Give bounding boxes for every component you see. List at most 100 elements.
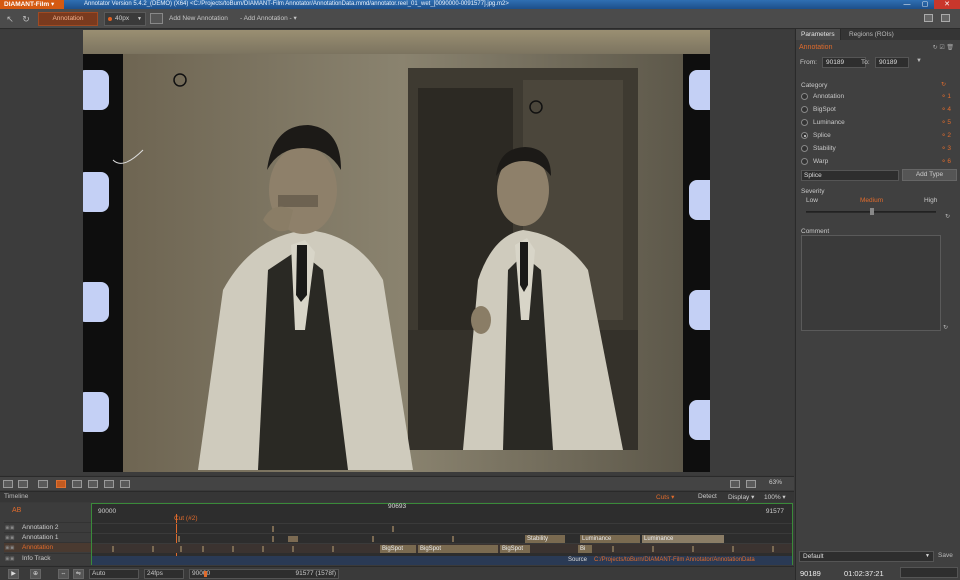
segment-marker[interactable] xyxy=(732,546,734,552)
step-icon[interactable]: ⇋ xyxy=(73,569,84,579)
segment-marker[interactable] xyxy=(652,546,654,552)
zoom-level[interactable]: 63% xyxy=(769,479,782,486)
comment-textarea[interactable] xyxy=(801,235,941,331)
category-annotation[interactable]: Annotation 1 xyxy=(801,91,951,102)
display-dropdown[interactable]: Display ▾ xyxy=(728,493,754,501)
layout-icon[interactable] xyxy=(924,14,933,22)
play-icon[interactable]: ▶ xyxy=(8,569,19,579)
radio-icon[interactable] xyxy=(801,145,808,152)
app-menu-button[interactable]: DIAMANT-Film ▾ xyxy=(0,0,64,9)
segment-marker[interactable] xyxy=(202,546,204,552)
radio-icon[interactable] xyxy=(801,106,808,113)
minimize-button[interactable]: — xyxy=(898,0,916,9)
image-icon[interactable] xyxy=(150,13,163,24)
brush-size-dropdown[interactable]: 40px ▼ xyxy=(104,12,146,26)
add-annotation-dropdown[interactable]: - Add Annotation - ▾ xyxy=(240,12,297,26)
radio-icon[interactable] xyxy=(801,158,808,165)
color-icon[interactable] xyxy=(38,480,48,488)
fps-stepper[interactable]: 24fps xyxy=(144,569,184,579)
split-icon[interactable] xyxy=(88,480,98,488)
segment-marker[interactable] xyxy=(612,546,614,552)
track-row-annotation[interactable]: BigSpot BigSpot BigSpot Bi xyxy=(92,543,792,553)
to-field[interactable]: 90189 xyxy=(875,57,909,68)
select-arrow-icon[interactable]: ↖ xyxy=(4,13,16,25)
grid-icon[interactable] xyxy=(72,480,82,488)
frame-range[interactable]: 90000 91577 (1578f) xyxy=(189,569,339,579)
segment-bigspot[interactable]: Bi xyxy=(578,545,592,553)
segment-marker[interactable] xyxy=(332,546,334,552)
annotation-view-icon[interactable] xyxy=(56,480,66,488)
annotation-mode-button[interactable]: Annotation xyxy=(38,12,98,26)
ab-label[interactable]: AB xyxy=(12,507,21,514)
track-annotation[interactable]: Annotation xyxy=(4,542,91,553)
from-field[interactable]: 90189 xyxy=(822,57,866,68)
overlay-icon[interactable] xyxy=(3,480,13,488)
save-button[interactable]: Save xyxy=(938,552,953,559)
track-row-annotation-2[interactable] xyxy=(92,523,792,533)
segment-marker[interactable] xyxy=(692,546,694,552)
segment-marker[interactable] xyxy=(772,546,774,552)
diagonal-icon[interactable] xyxy=(104,480,114,488)
timeline-zoom-dropdown[interactable]: 100% ▾ xyxy=(764,493,786,501)
segment-luminance[interactable]: Luminance xyxy=(580,535,640,543)
tab-parameters[interactable]: Parameters xyxy=(796,29,841,40)
segment-marker[interactable] xyxy=(292,546,294,552)
section-tools-icon[interactable]: ↻ ☑ 🗑 xyxy=(933,44,954,51)
segment-bigspot[interactable]: BigSpot xyxy=(418,545,498,553)
radio-icon[interactable] xyxy=(801,93,808,100)
image-viewer[interactable] xyxy=(0,30,794,475)
timeline-title[interactable]: Timeline xyxy=(4,493,28,500)
segment-marker[interactable] xyxy=(288,536,298,542)
loop-icon[interactable]: ⇔ xyxy=(58,569,69,579)
track-row-annotation-1[interactable]: Stability Luminance Luminance xyxy=(92,533,792,543)
segment-marker[interactable] xyxy=(232,546,234,552)
detect-button[interactable]: Detect xyxy=(698,493,717,500)
segment-bigspot[interactable]: BigSpot xyxy=(380,545,416,553)
chevron-down-icon[interactable]: ▼ xyxy=(916,58,922,64)
maximize-button[interactable]: ▢ xyxy=(916,0,934,9)
close-button[interactable]: ✕ xyxy=(934,0,960,9)
fit-width-icon[interactable] xyxy=(730,480,740,488)
cuts-dropdown[interactable]: Cuts ▾ xyxy=(656,493,674,501)
segment-marker[interactable] xyxy=(262,546,264,552)
segment-luminance[interactable]: Luminance xyxy=(642,535,724,543)
film-frame-image[interactable] xyxy=(83,30,710,472)
range-marker[interactable] xyxy=(204,571,207,577)
playback-mode-dropdown[interactable]: Auto xyxy=(89,569,139,579)
reset-icon[interactable]: ↻ xyxy=(941,81,946,88)
track-annotation-1[interactable]: Annotation 1 xyxy=(4,532,91,543)
segment-marker[interactable] xyxy=(112,546,114,552)
fit-screen-icon[interactable] xyxy=(746,480,756,488)
segment-marker[interactable] xyxy=(180,546,182,552)
segment-marker[interactable] xyxy=(452,536,454,542)
rotate-icon[interactable]: ↻ xyxy=(20,13,32,25)
export-icon[interactable] xyxy=(120,480,130,488)
track-info[interactable]: Info Track xyxy=(4,553,91,564)
reset-icon[interactable]: ↻ xyxy=(945,213,950,220)
severity-slider-thumb[interactable] xyxy=(870,208,874,215)
segment-marker[interactable] xyxy=(372,536,374,542)
reset-icon[interactable]: ↻ xyxy=(943,324,948,331)
track-row-info[interactable]: Source C:/Projects/toBurn/DIAMANT-Film A… xyxy=(92,556,792,565)
segment-marker[interactable] xyxy=(272,526,274,532)
category-luminance[interactable]: Luminance 5 xyxy=(801,117,951,128)
segment-bigspot[interactable]: BigSpot xyxy=(500,545,530,553)
tab-regions[interactable]: Regions (ROIs) xyxy=(844,29,899,40)
preset-dropdown[interactable]: Default ▼ xyxy=(799,551,934,562)
segment-marker[interactable] xyxy=(178,536,180,542)
segment-marker[interactable] xyxy=(152,546,154,552)
category-splice[interactable]: Splice 2 xyxy=(801,130,951,141)
timeline-area[interactable]: 90000 90693 91577 Cut (#2) Stability Lum… xyxy=(91,503,793,565)
zoom-icon[interactable]: ⊕ xyxy=(30,569,41,579)
track-annotation-2[interactable]: Annotation 2 xyxy=(4,522,91,533)
segment-marker[interactable] xyxy=(392,526,394,532)
timecode-field[interactable] xyxy=(900,567,958,578)
segment-stability[interactable]: Stability xyxy=(525,535,565,543)
radio-icon[interactable] xyxy=(801,119,808,126)
cut-marker[interactable]: Cut (#2) xyxy=(174,515,197,522)
radio-selected-icon[interactable] xyxy=(801,132,808,139)
panel-icon[interactable] xyxy=(941,14,950,22)
type-input[interactable]: Splice xyxy=(801,170,899,181)
category-stability[interactable]: Stability 3 xyxy=(801,143,951,154)
category-warp[interactable]: Warp 6 xyxy=(801,156,951,167)
